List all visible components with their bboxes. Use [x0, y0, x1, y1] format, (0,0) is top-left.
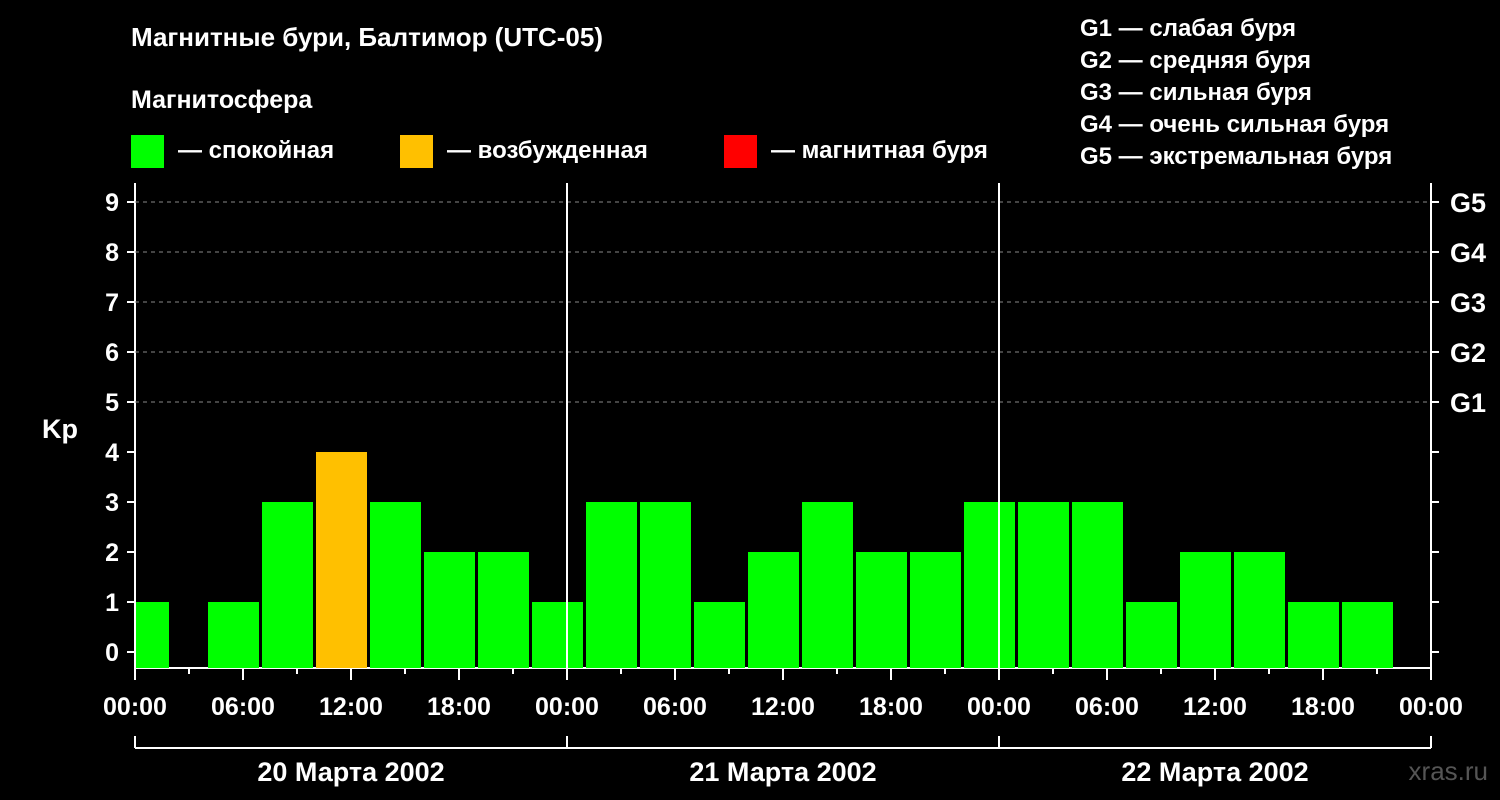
kp-bar-10 [694, 602, 745, 668]
kp-bar-2 [262, 502, 313, 668]
g-level-label-g1: G1 [1450, 388, 1486, 418]
kp-bar-8 [586, 502, 637, 668]
kp-bar-4 [370, 502, 421, 668]
kp-bar-14 [910, 552, 961, 668]
watermark: xras.ru [1408, 756, 1488, 786]
kp-bar-9 [640, 502, 691, 668]
x-tick-label-10: 12:00 [1183, 693, 1247, 721]
g-level-label-g2: G2 [1450, 338, 1486, 368]
kp-bar-6 [478, 552, 529, 668]
x-tick-label-2: 12:00 [319, 693, 383, 721]
kp-bar-7 [532, 602, 583, 668]
y-tick-label-2: 2 [105, 539, 119, 567]
kp-bar-1 [208, 602, 259, 668]
kp-bar-15 [964, 502, 1015, 668]
x-tick-label-9: 06:00 [1075, 693, 1139, 721]
kp-bar-13 [856, 552, 907, 668]
g-level-label-g3: G3 [1450, 288, 1486, 318]
kp-bar-19 [1180, 552, 1231, 668]
x-tick-label-3: 18:00 [427, 693, 491, 721]
y-tick-label-1: 1 [105, 589, 119, 617]
y-axis-label: Kp [42, 414, 78, 444]
kp-bar-chart: 0 1 2 3 4 5 6 7 8 9 G1 G2 G3 G4 G5 Kp 00:00 06:00 12:00 18:… [42, 183, 1486, 787]
kp-bar-16 [1018, 502, 1069, 668]
x-tick-label-1: 06:00 [211, 693, 275, 721]
y-tick-label-4: 4 [105, 439, 119, 467]
kp-bar-20 [1234, 552, 1285, 668]
x-tick-label-7: 18:00 [859, 693, 923, 721]
y-tick-label-9: 9 [105, 189, 119, 217]
x-tick-label-8: 00:00 [967, 693, 1031, 721]
day-label-2: 22 Марта 2002 [1121, 757, 1308, 787]
kp-bar-21 [1288, 602, 1339, 668]
kp-bar-22 [1342, 602, 1393, 668]
kp-bar-5 [424, 552, 475, 668]
y-tick-label-7: 7 [105, 289, 119, 317]
day-label-0: 20 Марта 2002 [257, 757, 444, 787]
x-tick-label-12: 00:00 [1399, 693, 1463, 721]
kp-bar-18 [1126, 602, 1177, 668]
x-tick-label-0: 00:00 [103, 693, 167, 721]
y-tick-label-8: 8 [105, 239, 119, 267]
kp-bar-3 [316, 452, 367, 668]
y-tick-label-3: 3 [105, 489, 119, 517]
day-label-1: 21 Марта 2002 [689, 757, 876, 787]
kp-bar-17 [1072, 502, 1123, 668]
x-tick-label-5: 06:00 [643, 693, 707, 721]
g-level-label-g4: G4 [1450, 238, 1486, 268]
kp-bar-0 [136, 602, 169, 668]
g-level-label-g5: G5 [1450, 188, 1486, 218]
y-tick-label-0: 0 [105, 639, 119, 667]
y-tick-label-5: 5 [105, 389, 119, 417]
x-tick-label-4: 00:00 [535, 693, 599, 721]
y-tick-label-6: 6 [105, 339, 119, 367]
x-tick-label-11: 18:00 [1291, 693, 1355, 721]
kp-bar-11 [748, 552, 799, 668]
x-tick-label-6: 12:00 [751, 693, 815, 721]
kp-bar-12 [802, 502, 853, 668]
